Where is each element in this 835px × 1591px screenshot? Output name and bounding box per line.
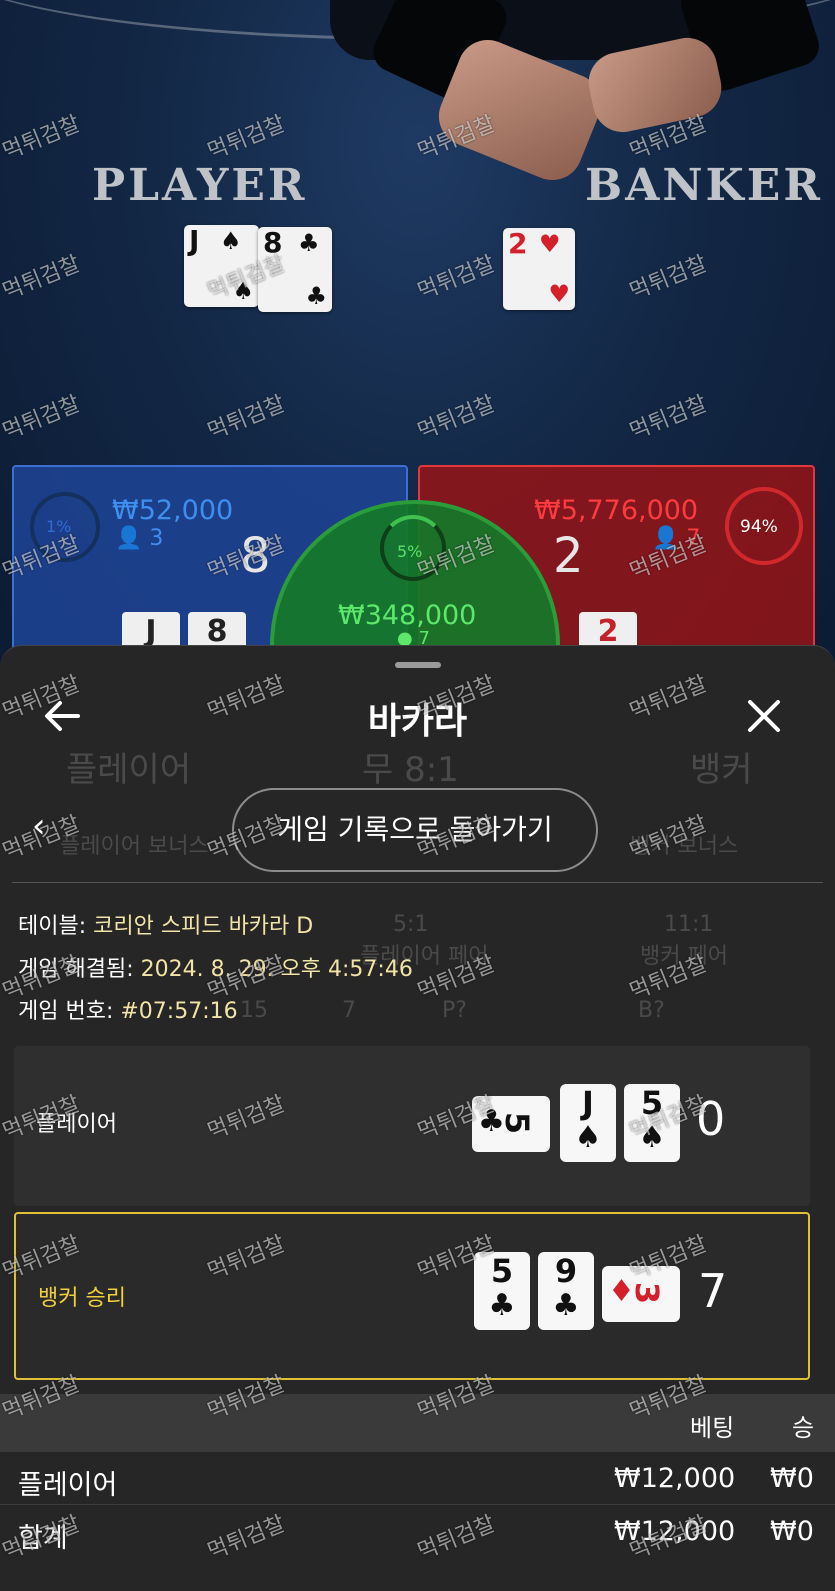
info-table: 테이블: 코리안 스피드 바카라 D: [18, 914, 314, 939]
bg-tie-label: 무 8:1: [362, 750, 459, 790]
result-card: 9 ♣: [538, 1252, 594, 1330]
row-label: 플레이어: [18, 1470, 118, 1501]
table-row-total: 합계 ₩12,000 ₩0: [0, 1506, 835, 1558]
player-bettor-count: 👤 3: [115, 526, 164, 551]
column-header-win: 승: [792, 1414, 815, 1442]
row-bet: ₩12,000: [614, 1516, 736, 1547]
video-card: 8 ♣ ♣: [258, 227, 332, 312]
return-to-history-button[interactable]: 게임 기록으로 돌아가기: [232, 788, 598, 872]
player-percent: 1%: [46, 517, 72, 536]
bg-road-count: 15: [240, 998, 268, 1023]
bg-road-predict: P?: [442, 998, 467, 1023]
user-icon: 👤: [652, 526, 680, 551]
row-bet: ₩12,000: [614, 1463, 736, 1494]
player-hand-row: 플레이어 ♣ 5 J ♠ 5 ♠ 0: [14, 1046, 810, 1206]
info-resolved: 게임 해결됨: 2024. 8. 29. 오후 4:57:46: [18, 957, 413, 982]
video-card: 2 ♥ ♥: [503, 228, 575, 310]
player-hand-label: 플레이어: [36, 1112, 117, 1137]
result-card: ♣ 5: [472, 1096, 550, 1152]
chevron-left-icon[interactable]: ‹: [32, 806, 46, 846]
row-win: ₩0: [770, 1516, 814, 1547]
banker-score: 2: [553, 528, 584, 584]
sheet-drag-handle[interactable]: [395, 662, 441, 668]
sheet-title: 바카라: [367, 701, 468, 742]
banker-total-amount: ₩5,776,000: [534, 495, 699, 526]
bets-table-header: 베팅 승: [0, 1394, 835, 1452]
info-game-number: 게임 번호: #07:57:16: [18, 999, 238, 1024]
game-history-sheet: 바카라 플레이어 무 8:1 뱅커 플레이어 보너스 뱅커 보너스 5:1 11…: [0, 645, 835, 1591]
player-total-amount: ₩52,000: [112, 495, 234, 526]
bg-banker-bonus: 뱅커 보너스: [630, 834, 739, 859]
bg-pair-player-odds: 5:1: [393, 912, 429, 937]
table-row: 플레이어 ₩12,000 ₩0: [0, 1453, 835, 1505]
banker-bettor-count: 👤 7: [652, 526, 701, 551]
banker-win-label: 뱅커 승리: [38, 1286, 126, 1311]
result-card: ♦ 3: [602, 1266, 680, 1322]
banker-hand-score: 7: [698, 1264, 728, 1318]
row-label: 합계: [18, 1523, 68, 1554]
video-card: J ♠ ♠: [184, 225, 259, 307]
column-header-bet: 베팅: [690, 1414, 735, 1442]
player-score: 8: [240, 528, 271, 584]
banker-percent: 94%: [740, 517, 778, 537]
result-card: J ♠: [560, 1084, 616, 1162]
bg-pair-banker-label: 뱅커 페어: [640, 944, 728, 969]
tie-total-amount: ₩348,000: [338, 600, 477, 631]
result-card: 5 ♠: [624, 1084, 680, 1162]
user-icon: 👤: [115, 526, 143, 551]
tie-percent: 5%: [397, 542, 423, 561]
bg-banker-label: 뱅커: [690, 750, 753, 790]
player-hand-score: 0: [696, 1092, 726, 1146]
bg-player-label: 플레이어: [66, 750, 192, 790]
felt-player-label: PLAYER: [92, 160, 308, 211]
close-icon[interactable]: [742, 694, 786, 738]
result-card: 5 ♣: [474, 1252, 530, 1330]
divider: [12, 882, 823, 883]
bg-player-bonus: 플레이어 보너스: [60, 834, 209, 859]
felt-banker-label: BANKER: [585, 160, 823, 211]
bg-road-predict: B?: [638, 998, 665, 1023]
banker-hand-row: 뱅커 승리 5 ♣ 9 ♣ ♦ 3 7: [14, 1212, 810, 1380]
row-win: ₩0: [770, 1463, 814, 1494]
bg-road-count: 7: [342, 998, 356, 1023]
bg-pair-banker-odds: 11:1: [664, 912, 714, 937]
